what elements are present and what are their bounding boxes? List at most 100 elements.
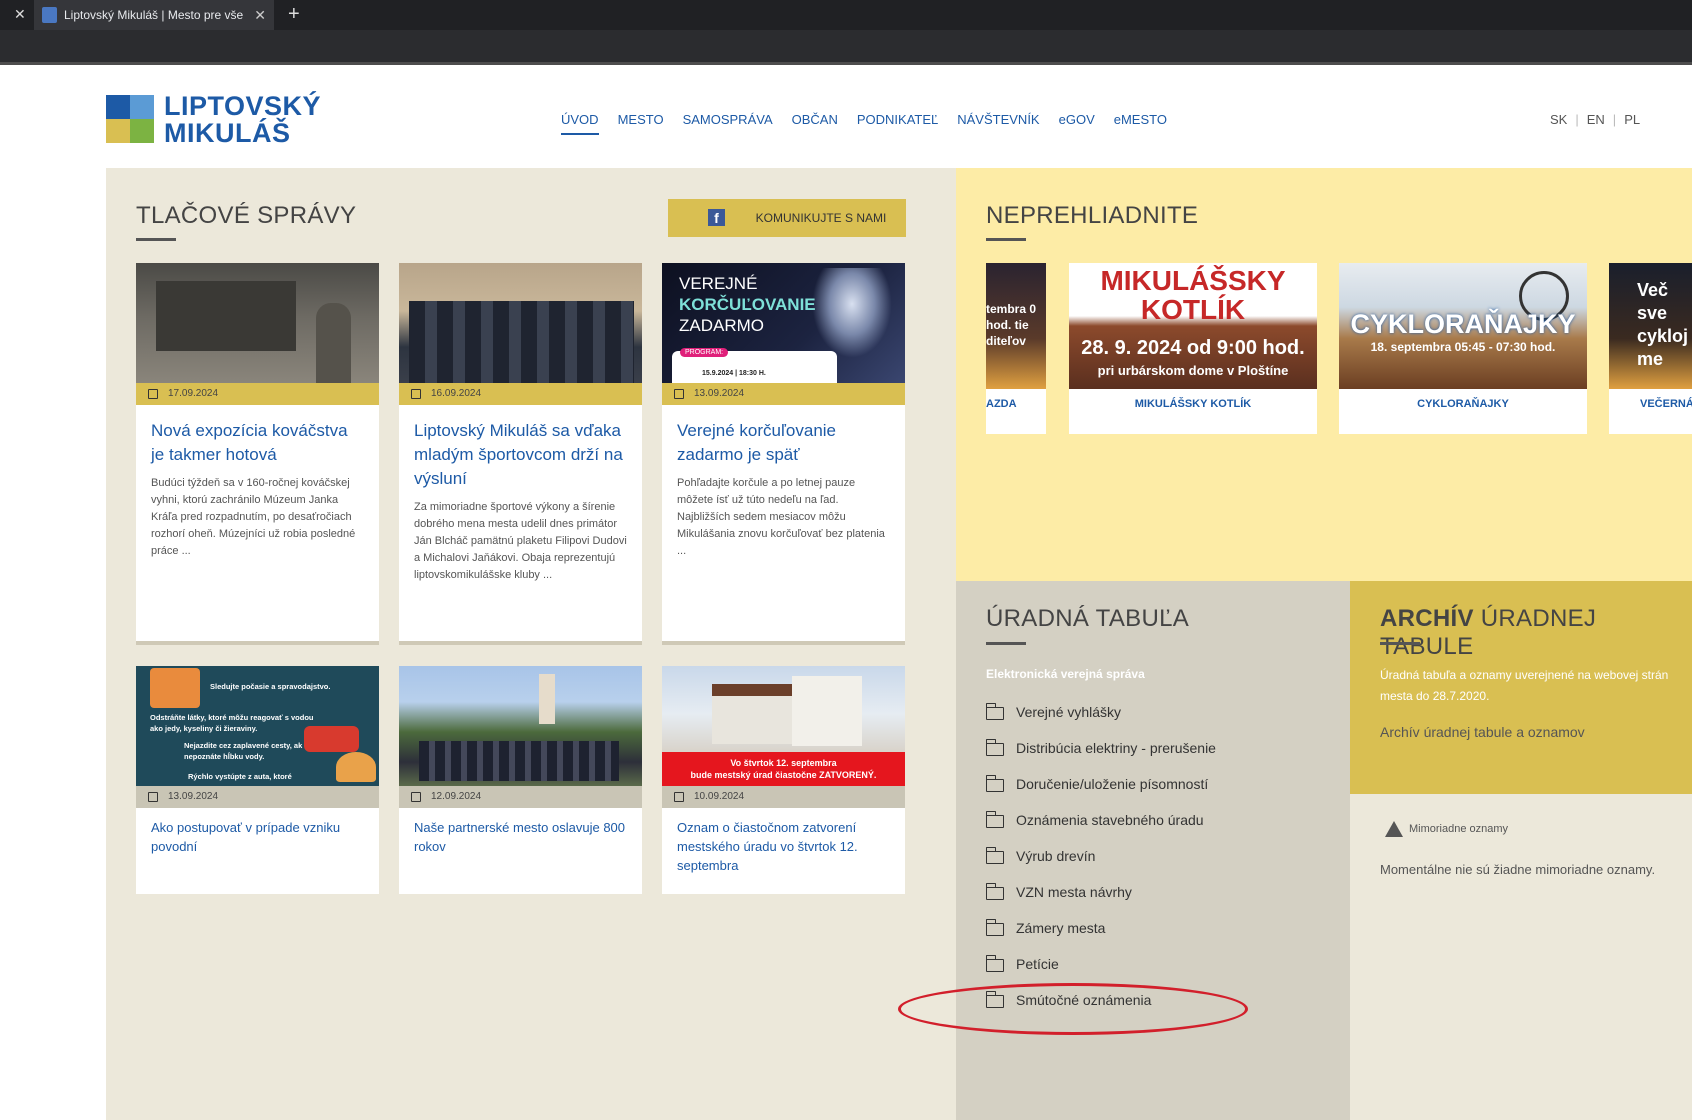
news-card[interactable]: Vo štvrtok 12. septembra bude mestský úr… xyxy=(662,666,905,894)
site-header: LIPTOVSKÝ MIKULÁŠ ÚVOD MESTO SAMOSPRÁVA … xyxy=(0,68,1692,168)
warning-icon xyxy=(1385,821,1403,837)
folder-icon xyxy=(985,955,1004,972)
neprehliadnite-title: NEPREHLIADNITE xyxy=(986,202,1199,229)
lang-pl[interactable]: PL xyxy=(1624,112,1640,127)
address-bar xyxy=(0,30,1692,65)
nav-navstevnik[interactable]: NÁVŠTEVNÍK xyxy=(957,112,1039,135)
news-card[interactable]: 12.09.2024 Naše partnerské mesto oslavuj… xyxy=(399,666,642,894)
tabula-item[interactable]: Distribúcia elektriny - prerušenie xyxy=(985,739,1216,776)
promo-image: tembra 0 hod. tie diteľov xyxy=(986,263,1046,389)
folder-icon xyxy=(985,811,1004,828)
annotation-circle xyxy=(898,983,1248,1035)
news-card[interactable]: 16.09.2024 Liptovský Mikuláš sa vďaka ml… xyxy=(399,263,642,645)
nav-egov[interactable]: eGOV xyxy=(1059,112,1095,135)
folder-icon xyxy=(985,919,1004,936)
tabula-item[interactable]: Doručenie/uloženie písomností xyxy=(985,775,1216,812)
news-card[interactable]: VEREJNÉ KORČUĽOVANIE ZADARMO PROGRAM: 15… xyxy=(662,263,905,645)
calendar-icon xyxy=(674,792,684,802)
promo-card[interactable]: tembra 0 hod. tie diteľov AZDA xyxy=(986,263,1046,434)
neprehliadnite-underline xyxy=(986,238,1026,241)
news-card[interactable]: 17.09.2024 Nová expozícia kováčstva je t… xyxy=(136,263,379,645)
promo-card[interactable]: CYKLORAŇAJKY 18. septembra 05:45 - 07:30… xyxy=(1339,263,1587,434)
logo-text-line2: MIKULÁŠ xyxy=(164,118,291,148)
tab-close-icon[interactable]: ✕ xyxy=(254,0,266,30)
nav-mesto[interactable]: MESTO xyxy=(618,112,664,135)
tabula-item[interactable]: Verejné vyhlášky xyxy=(985,703,1216,740)
promo-card[interactable]: MIKULÁŠSKY KOTLÍK 28. 9. 2024 od 9:00 ho… xyxy=(1069,263,1317,434)
news-image xyxy=(136,263,379,383)
nav-emesto[interactable]: eMESTO xyxy=(1114,112,1167,135)
calendar-icon xyxy=(674,389,684,399)
news-title[interactable]: Ako postupovať v prípade vzniku povodní xyxy=(136,808,379,856)
facebook-button-label: KOMUNIKUJTE S NAMI xyxy=(755,211,887,225)
promo-label: VEČERNÁ xyxy=(1640,398,1692,410)
nav-samosprava[interactable]: SAMOSPRÁVA xyxy=(683,112,773,135)
news-desc: Za mimoriadne športové výkony a šírenie … xyxy=(414,501,627,581)
news-image xyxy=(399,666,642,786)
folder-icon xyxy=(985,883,1004,900)
calendar-icon xyxy=(148,389,158,399)
press-title: TLAČOVÉ SPRÁVY xyxy=(136,202,357,229)
tabula-subtitle: Elektronická verejná správa xyxy=(986,667,1145,681)
promo-image: CYKLORAŇAJKY 18. septembra 05:45 - 07:30… xyxy=(1339,263,1587,389)
tabula-item[interactable]: VZN mesta návrhy xyxy=(985,883,1216,920)
news-image: Vo štvrtok 12. septembra bude mestský úr… xyxy=(662,666,905,786)
site-logo[interactable]: LIPTOVSKÝ MIKULÁŠ xyxy=(106,91,321,148)
mimoriadne-section xyxy=(1350,794,1692,1120)
tabula-item[interactable]: Oznámenia stavebného úradu xyxy=(985,811,1216,848)
news-date: 16.09.2024 xyxy=(399,383,642,405)
archiv-text: Úradná tabuľa a oznamy uverejnené na web… xyxy=(1380,668,1669,703)
news-desc: Budúci týždeň sa v 160-ročnej kováčskej … xyxy=(151,477,356,557)
news-title[interactable]: Liptovský Mikuláš sa vďaka mladým športo… xyxy=(399,405,642,491)
tabula-list: Verejné vyhlášky Distribúcia elektriny -… xyxy=(985,703,1216,1028)
promo-label: MIKULÁŠSKY KOTLÍK xyxy=(1134,398,1252,410)
tabula-item[interactable]: Výrub drevín xyxy=(985,847,1216,884)
browser-tab[interactable]: Liptovský Mikuláš | Mesto pre vše ✕ xyxy=(34,0,274,30)
new-tab-button[interactable]: + xyxy=(288,3,300,26)
folder-icon xyxy=(985,847,1004,864)
calendar-icon xyxy=(411,792,421,802)
facebook-icon: f xyxy=(708,209,725,226)
mimoriadne-heading: Mimoriadne oznamy xyxy=(1385,821,1508,837)
lang-en[interactable]: EN xyxy=(1587,112,1605,127)
news-title[interactable]: Verejné korčuľovanie zadarmo je späť xyxy=(662,405,905,467)
folder-icon xyxy=(985,703,1004,720)
browser-tabbar: ✕ Liptovský Mikuláš | Mesto pre vše ✕ + xyxy=(0,0,1692,30)
news-image: Sledujte počasie a spravodajstvo. Odstrá… xyxy=(136,666,379,786)
promo-image: Več sve cykloj me xyxy=(1609,263,1692,389)
archiv-underline xyxy=(1380,642,1420,645)
archiv-link[interactable]: Archív úradnej tabule a oznamov xyxy=(1380,724,1585,740)
news-desc: Pohľadajte korčule a po letnej pauze môž… xyxy=(677,477,885,557)
news-title[interactable]: Naše partnerské mesto oslavuje 800 rokov xyxy=(399,808,642,856)
facebook-button[interactable]: f KOMUNIKUJTE S NAMI xyxy=(668,199,906,237)
folder-icon xyxy=(985,739,1004,756)
promo-image: MIKULÁŠSKY KOTLÍK 28. 9. 2024 od 9:00 ho… xyxy=(1069,263,1317,389)
archiv-title: ARCHÍV ÚRADNEJ TABULE xyxy=(1380,605,1597,660)
main-nav: ÚVOD MESTO SAMOSPRÁVA OBČAN PODNIKATEĽ N… xyxy=(561,112,1186,135)
nav-podnikatel[interactable]: PODNIKATEĽ xyxy=(857,112,938,135)
news-title[interactable]: Oznam o čiastočnom zatvorení mestského ú… xyxy=(662,808,905,875)
promo-label: CYKLORAŇAJKY xyxy=(1417,398,1509,410)
news-image: VEREJNÉ KORČUĽOVANIE ZADARMO PROGRAM: 15… xyxy=(662,263,905,383)
language-switcher: SK | EN | PL xyxy=(1550,112,1641,127)
calendar-icon xyxy=(411,389,421,399)
nav-obcan[interactable]: OBČAN xyxy=(792,112,838,135)
nav-uvod[interactable]: ÚVOD xyxy=(561,112,599,135)
calendar-icon xyxy=(148,792,158,802)
news-date: 10.09.2024 xyxy=(662,786,905,808)
tabula-item[interactable]: Zámery mesta xyxy=(985,919,1216,956)
lang-sk[interactable]: SK xyxy=(1550,112,1567,127)
news-card[interactable]: Sledujte počasie a spravodajstvo. Odstrá… xyxy=(136,666,379,894)
logo-mark-icon xyxy=(106,95,154,143)
folder-icon xyxy=(985,775,1004,792)
promo-label: AZDA xyxy=(986,398,1017,410)
news-title[interactable]: Nová expozícia kováčstva je takmer hotov… xyxy=(136,405,379,467)
promo-card[interactable]: Več sve cykloj me VEČERNÁ xyxy=(1609,263,1692,434)
press-title-underline xyxy=(136,238,176,241)
tabula-title: ÚRADNÁ TABUĽA xyxy=(986,605,1190,632)
news-date: 12.09.2024 xyxy=(399,786,642,808)
close-icon[interactable]: ✕ xyxy=(14,6,26,23)
favicon-icon xyxy=(42,7,57,23)
news-image xyxy=(399,263,642,383)
news-date: 17.09.2024 xyxy=(136,383,379,405)
